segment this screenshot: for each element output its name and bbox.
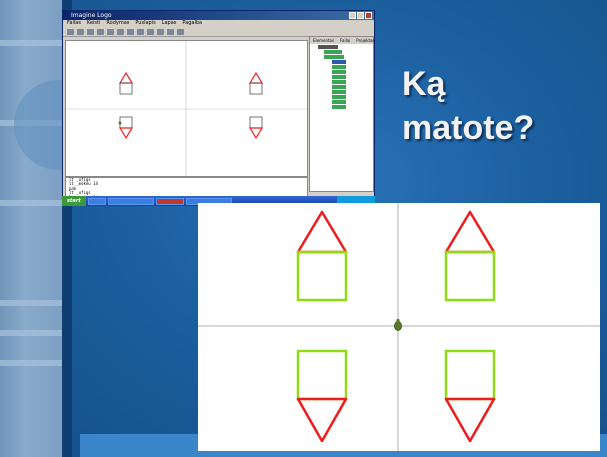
tree-item[interactable] xyxy=(332,90,346,94)
decor-stripe xyxy=(0,300,62,306)
toolbar-button[interactable] xyxy=(167,28,174,35)
taskbar-item[interactable] xyxy=(107,197,154,205)
drawing-canvas-large[interactable] xyxy=(198,203,600,451)
wall-square xyxy=(296,349,348,401)
window-titlebar: Imagine Logo xyxy=(63,11,374,20)
house-bottom-left xyxy=(118,116,134,140)
maximize-icon[interactable] xyxy=(357,12,364,19)
menu-item[interactable]: Failas xyxy=(67,20,81,27)
small-canvas-drawing xyxy=(66,41,307,176)
toolbar-button[interactable] xyxy=(157,28,164,35)
wall-square xyxy=(249,116,263,129)
menu-item[interactable]: Lapas xyxy=(162,20,177,27)
house-top-left xyxy=(118,71,134,95)
tree-root[interactable] xyxy=(318,45,338,49)
window-title: Imagine Logo xyxy=(71,12,112,19)
side-panel: Elementas Failai Projektas xyxy=(309,36,375,192)
decor-stripe xyxy=(0,200,62,206)
menu-item[interactable]: Rodymas xyxy=(106,20,129,27)
toolbar-button[interactable] xyxy=(147,28,154,35)
menu-item[interactable]: Keisti xyxy=(87,20,100,27)
house-top-left xyxy=(296,210,348,302)
slide-title: Ką matote? xyxy=(402,62,592,150)
house-top-right xyxy=(248,71,264,95)
roof-triangle xyxy=(444,397,496,443)
logo-app-window: Imagine Logo Failas Keisti Rodymas Pusla… xyxy=(62,10,375,205)
turtle-icon xyxy=(394,318,402,331)
tree-item[interactable] xyxy=(332,75,346,79)
menu-bar: Failas Keisti Rodymas Puslapis Lapas Pag… xyxy=(63,20,374,27)
tree-item[interactable] xyxy=(324,50,342,54)
toolbar-button[interactable] xyxy=(177,28,184,35)
tree-item[interactable] xyxy=(324,55,344,59)
house-bottom-right xyxy=(248,116,264,140)
toolbar-button[interactable] xyxy=(67,28,74,35)
wall-square xyxy=(119,116,133,129)
tree-item[interactable] xyxy=(332,105,346,109)
roof-triangle xyxy=(248,71,264,84)
tree-item[interactable] xyxy=(332,80,346,84)
large-canvas-drawing xyxy=(198,203,600,451)
toolbar-button[interactable] xyxy=(117,28,124,35)
taskbar-item[interactable] xyxy=(155,197,184,205)
roof-triangle xyxy=(248,127,264,140)
menu-item[interactable]: Pagalba xyxy=(182,20,202,27)
roof-triangle xyxy=(118,127,134,140)
left-decor-strip xyxy=(0,0,62,457)
minimize-icon[interactable] xyxy=(349,12,356,19)
decor-stripe xyxy=(0,330,62,336)
window-controls xyxy=(349,12,372,19)
presentation-slide: Ką matote? Imagine Logo Failas Keisti Ro… xyxy=(0,0,607,457)
tree-item-selected[interactable] xyxy=(332,60,346,64)
tab-files[interactable]: Failai xyxy=(340,38,350,43)
menu-item[interactable]: Puslapis xyxy=(135,20,155,27)
turtle-icon xyxy=(118,121,122,125)
roof-triangle xyxy=(444,210,496,254)
tab-project[interactable]: Projektas xyxy=(356,38,374,43)
toolbar-button[interactable] xyxy=(107,28,114,35)
tree-item[interactable] xyxy=(332,95,346,99)
wall-square xyxy=(249,82,263,95)
toolbar-button[interactable] xyxy=(77,28,84,35)
decor-stripe xyxy=(0,40,62,46)
toolbar-button[interactable] xyxy=(127,28,134,35)
wall-square xyxy=(119,82,133,95)
tree-item[interactable] xyxy=(332,65,346,69)
slide-title-line-2: matote? xyxy=(402,109,535,147)
decor-stripe xyxy=(0,360,62,366)
wall-square xyxy=(444,349,496,401)
tree-item[interactable] xyxy=(332,85,346,89)
house-bottom-left xyxy=(296,349,348,443)
roof-triangle xyxy=(118,71,134,84)
tree-item[interactable] xyxy=(332,100,346,104)
toolbar-button[interactable] xyxy=(97,28,104,35)
toolbar-button[interactable] xyxy=(87,28,94,35)
house-bottom-right xyxy=(444,349,496,443)
drawing-canvas-small[interactable] xyxy=(65,40,308,177)
wall-square xyxy=(296,250,348,302)
wall-square xyxy=(444,250,496,302)
quick-launch[interactable] xyxy=(87,197,106,205)
side-tabs: Elementas Failai Projektas xyxy=(310,37,375,44)
start-button[interactable]: start xyxy=(62,196,86,206)
toolbar-button[interactable] xyxy=(137,28,144,35)
house-top-right xyxy=(444,210,496,302)
tab-element[interactable]: Elementas xyxy=(313,38,334,43)
slide-title-line-1: Ką xyxy=(402,65,446,103)
roof-triangle xyxy=(296,397,348,443)
tree-item[interactable] xyxy=(332,70,346,74)
close-icon[interactable] xyxy=(365,12,372,19)
roof-triangle xyxy=(296,210,348,254)
